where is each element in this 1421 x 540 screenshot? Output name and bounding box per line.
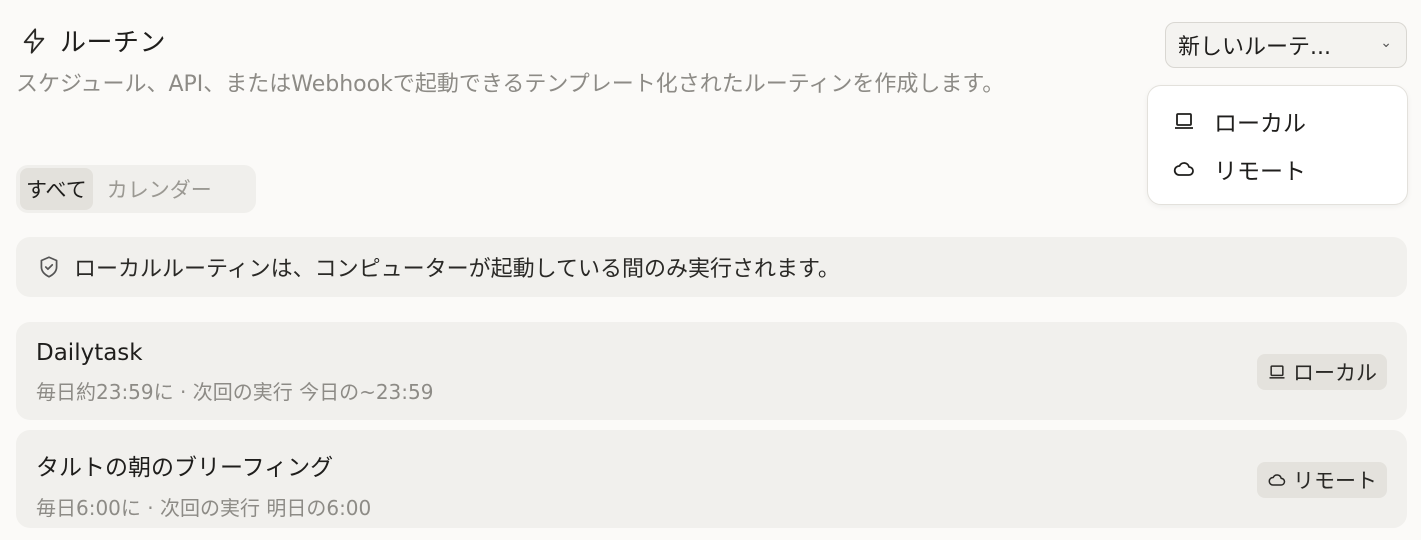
lightning-icon <box>23 27 45 54</box>
filter-tabs: すべて カレンダー <box>16 165 256 213</box>
menu-item-local[interactable]: ローカル <box>1172 104 1306 138</box>
cloud-icon <box>1268 474 1286 486</box>
laptop-icon <box>1269 365 1285 379</box>
badge-label: ローカル <box>1293 361 1377 385</box>
laptop-icon <box>1175 113 1193 129</box>
chevron-down-icon: ⌄ <box>1380 35 1392 51</box>
page-title: ルーチン <box>60 28 167 58</box>
local-notice: ローカルルーティンは、コンピューターが起動している間のみ実行されます。 <box>16 237 1407 297</box>
routine-type-badge: ローカル <box>1257 354 1387 390</box>
page-header: ルーチン <box>20 22 166 59</box>
menu-item-remote[interactable]: リモート <box>1172 152 1306 186</box>
shield-check-icon <box>40 256 58 278</box>
tab-calendar[interactable]: カレンダー <box>101 168 218 210</box>
menu-item-label: ローカル <box>1214 111 1306 137</box>
page-description: スケジュール、API、またはWebhookで起動できるテンプレート化されたルーテ… <box>16 72 1005 97</box>
routine-row[interactable]: タルトの朝のブリーフィング 毎日6:00に · 次回の実行 明日の6:00 リモ… <box>16 430 1407 528</box>
routine-type-badge: リモート <box>1257 462 1387 498</box>
new-routine-label: 新しいルーテ... <box>1178 35 1331 60</box>
badge-label: リモート <box>1293 469 1377 493</box>
notice-text: ローカルルーティンは、コンピューターが起動している間のみ実行されます。 <box>74 257 840 282</box>
new-routine-menu: ローカル リモート <box>1147 85 1408 205</box>
cloud-icon <box>1173 162 1194 176</box>
menu-item-label: リモート <box>1214 159 1306 185</box>
tab-all[interactable]: すべて <box>20 168 93 210</box>
routine-schedule: 毎日6:00に · 次回の実行 明日の6:00 <box>36 496 372 520</box>
routine-schedule: 毎日約23:59に · 次回の実行 今日の~23:59 <box>36 380 434 404</box>
routine-title: Dailytask <box>36 340 143 366</box>
routine-title: タルトの朝のブリーフィング <box>36 455 334 481</box>
new-routine-dropdown[interactable]: 新しいルーテ... ⌄ <box>1165 22 1407 68</box>
routine-row[interactable]: Dailytask 毎日約23:59に · 次回の実行 今日の~23:59 ロー… <box>16 322 1407 420</box>
